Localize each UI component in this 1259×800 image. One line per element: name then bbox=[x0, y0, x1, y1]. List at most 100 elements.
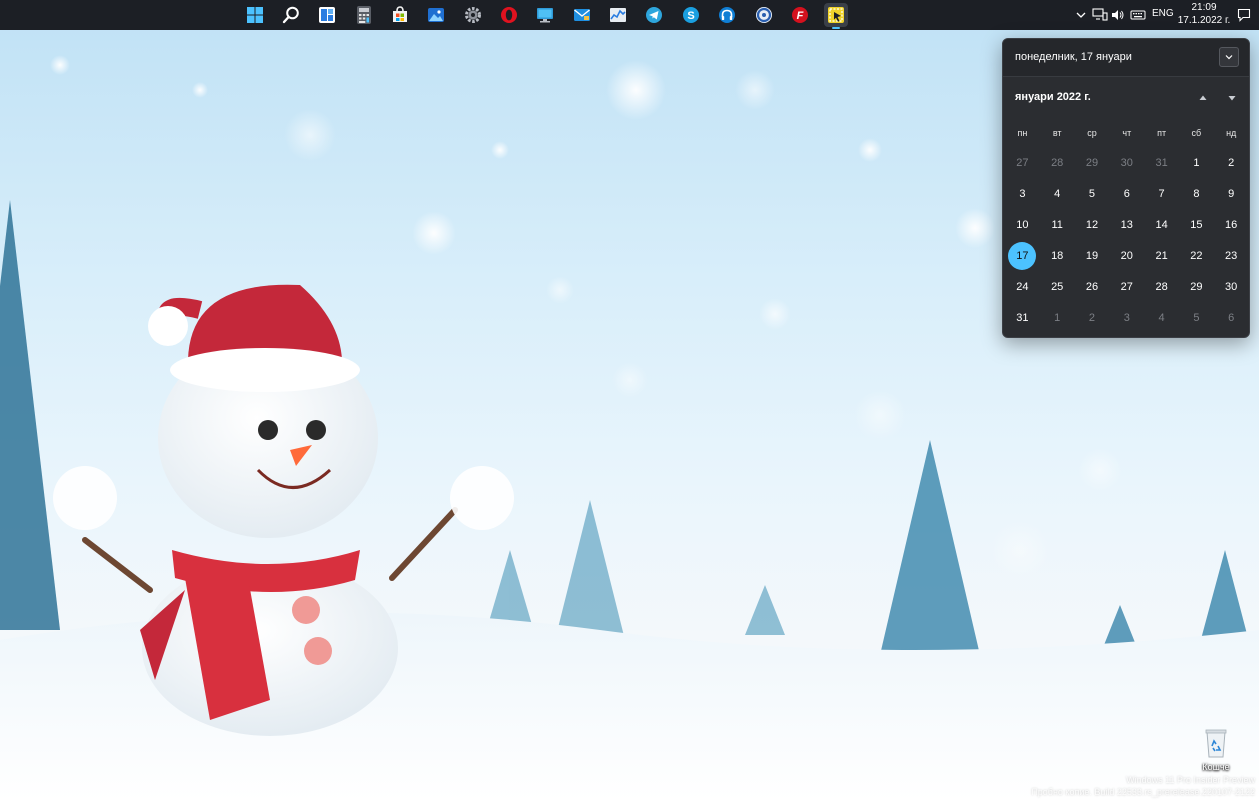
today-highlight: 17 bbox=[1008, 241, 1037, 270]
remote-desktop-icon[interactable] bbox=[533, 3, 557, 27]
calendar-week-row: 27 28 29 30 31 1 2 bbox=[1005, 147, 1249, 178]
calendar-day[interactable]: 30 bbox=[1214, 271, 1249, 302]
calendar-week-row: 3 4 5 6 7 8 9 bbox=[1005, 178, 1249, 209]
calendar-day[interactable]: 7 bbox=[1144, 178, 1179, 209]
calendar-day[interactable]: 16 bbox=[1214, 209, 1249, 240]
chevron-down-icon bbox=[1225, 55, 1233, 60]
svg-text:S: S bbox=[687, 10, 694, 22]
calendar-day[interactable]: 13 bbox=[1109, 209, 1144, 240]
weekday-label: нд bbox=[1226, 128, 1237, 138]
search-icon[interactable] bbox=[279, 3, 303, 27]
calendar-header: понеделник, 17 януари bbox=[1003, 39, 1249, 77]
calendar-day[interactable]: 18 bbox=[1040, 240, 1075, 271]
calendar-day[interactable]: 24 bbox=[1005, 271, 1040, 302]
calendar-day[interactable]: 1 bbox=[1040, 302, 1075, 333]
calendar-day[interactable]: 14 bbox=[1144, 209, 1179, 240]
volume-icon[interactable] bbox=[1110, 7, 1126, 23]
calendar-week-row: 17 18 19 20 21 22 23 bbox=[1005, 240, 1249, 271]
weekday-label: чт bbox=[1122, 128, 1132, 138]
weekday-label: сб bbox=[1191, 128, 1202, 138]
calendar-day[interactable]: 10 bbox=[1005, 209, 1040, 240]
show-hidden-icons-chevron-icon[interactable] bbox=[1073, 7, 1089, 23]
weekday-header-row: пн вт ср чт пт сб нд bbox=[1005, 119, 1249, 147]
previous-month-button[interactable] bbox=[1196, 91, 1210, 105]
calendar-day[interactable]: 9 bbox=[1214, 178, 1249, 209]
windows-start-icon[interactable] bbox=[243, 3, 267, 27]
widgets-icon[interactable] bbox=[315, 3, 339, 27]
calendar-day[interactable]: 11 bbox=[1040, 209, 1075, 240]
weekday-label: ср bbox=[1087, 128, 1097, 138]
calendar-day[interactable]: 2 bbox=[1075, 302, 1110, 333]
calendar-day[interactable]: 3 bbox=[1005, 178, 1040, 209]
recycle-bin-icon bbox=[1205, 729, 1227, 758]
keyboard-icon[interactable] bbox=[1130, 7, 1146, 23]
calendar-day[interactable]: 5 bbox=[1075, 178, 1110, 209]
calendar-day[interactable]: 21 bbox=[1144, 240, 1179, 271]
calendar-day[interactable]: 23 bbox=[1214, 240, 1249, 271]
skype-icon[interactable]: S bbox=[679, 3, 703, 27]
settings-gear-icon[interactable] bbox=[461, 3, 485, 27]
watermark-edition: Windows 11 Pro Insider Preview bbox=[1126, 775, 1255, 785]
calendar-header-date: понеделник, 17 януари bbox=[1015, 51, 1132, 63]
calendar-day[interactable]: 6 bbox=[1214, 302, 1249, 333]
clock-time: 21:09 bbox=[1191, 2, 1217, 13]
calendar-day[interactable]: 26 bbox=[1075, 271, 1110, 302]
calendar-day[interactable]: 27 bbox=[1109, 271, 1144, 302]
calendar-day[interactable]: 3 bbox=[1109, 302, 1144, 333]
snipping-tool-icon[interactable] bbox=[824, 3, 848, 29]
weekday-label: вт bbox=[1052, 128, 1062, 138]
next-month-button[interactable] bbox=[1225, 91, 1239, 105]
calendar-week-row: 24 25 26 27 28 29 30 bbox=[1005, 271, 1249, 302]
calendar-day[interactable]: 22 bbox=[1179, 240, 1214, 271]
network-icon[interactable] bbox=[1092, 7, 1108, 23]
calculator-icon[interactable] bbox=[352, 3, 376, 27]
calendar-day[interactable]: 28 bbox=[1144, 271, 1179, 302]
filezilla-icon[interactable]: F bbox=[788, 3, 812, 27]
calendar-day[interactable]: 8 bbox=[1179, 178, 1214, 209]
calendar-flyout: понеделник, 17 януари януари 2022 г. пн … bbox=[1002, 38, 1250, 338]
calendar-day[interactable]: 31 bbox=[1005, 302, 1040, 333]
calendar-day[interactable]: 30 bbox=[1109, 147, 1144, 178]
calendar-week-row: 31 1 2 3 4 5 6 bbox=[1005, 302, 1249, 333]
calendar-week-row: 10 11 12 13 14 15 16 bbox=[1005, 209, 1249, 240]
input-language-indicator[interactable]: ENG bbox=[1152, 8, 1174, 19]
notification-center-icon[interactable] bbox=[1236, 7, 1252, 23]
calendar-day[interactable]: 27 bbox=[1005, 147, 1040, 178]
photos-icon[interactable] bbox=[424, 3, 448, 27]
disc-app-icon[interactable] bbox=[752, 3, 776, 27]
calendar-day[interactable]: 5 bbox=[1179, 302, 1214, 333]
calendar-day[interactable]: 19 bbox=[1075, 240, 1110, 271]
calendar-day[interactable]: 31 bbox=[1144, 147, 1179, 178]
opera-browser-icon[interactable] bbox=[497, 3, 521, 27]
recycle-bin-label: Кошче bbox=[1202, 762, 1230, 772]
headphones-app-icon[interactable] bbox=[715, 3, 739, 27]
microsoft-store-icon[interactable] bbox=[388, 3, 412, 27]
mail-icon[interactable] bbox=[570, 3, 594, 27]
calendar-day[interactable]: 15 bbox=[1179, 209, 1214, 240]
telegram-icon[interactable] bbox=[642, 3, 666, 27]
calendar-day[interactable]: 25 bbox=[1040, 271, 1075, 302]
weekday-label: пн bbox=[1017, 128, 1028, 138]
calendar-day[interactable]: 6 bbox=[1109, 178, 1144, 209]
calendar-day[interactable]: 1 bbox=[1179, 147, 1214, 178]
performance-monitor-icon[interactable] bbox=[606, 3, 630, 27]
watermark-build: Пробно копие. Build 22533.rs_prerelease.… bbox=[1031, 787, 1255, 797]
calendar-day[interactable]: 29 bbox=[1075, 147, 1110, 178]
weekday-label: пт bbox=[1157, 128, 1167, 138]
calendar-day-today[interactable]: 17 bbox=[1005, 240, 1040, 271]
calendar-day[interactable]: 2 bbox=[1214, 147, 1249, 178]
calendar-day[interactable]: 4 bbox=[1144, 302, 1179, 333]
calendar-day[interactable]: 4 bbox=[1040, 178, 1075, 209]
calendar-day[interactable]: 20 bbox=[1109, 240, 1144, 271]
taskbar-clock[interactable]: 21:09 17.1.2022 г. bbox=[1176, 2, 1232, 27]
recycle-bin-desktop-icon[interactable]: Кошче bbox=[1196, 728, 1236, 772]
svg-text:F: F bbox=[797, 10, 804, 22]
collapse-calendar-button[interactable] bbox=[1219, 47, 1239, 67]
calendar-grid: пн вт ср чт пт сб нд 27 28 29 30 31 1 2 … bbox=[1005, 119, 1249, 333]
calendar-day[interactable]: 12 bbox=[1075, 209, 1110, 240]
calendar-month-label[interactable]: януари 2022 г. bbox=[1015, 91, 1091, 103]
calendar-day[interactable]: 29 bbox=[1179, 271, 1214, 302]
calendar-day[interactable]: 28 bbox=[1040, 147, 1075, 178]
clock-date: 17.1.2022 г. bbox=[1177, 15, 1231, 26]
triangle-down-icon bbox=[1228, 96, 1236, 101]
